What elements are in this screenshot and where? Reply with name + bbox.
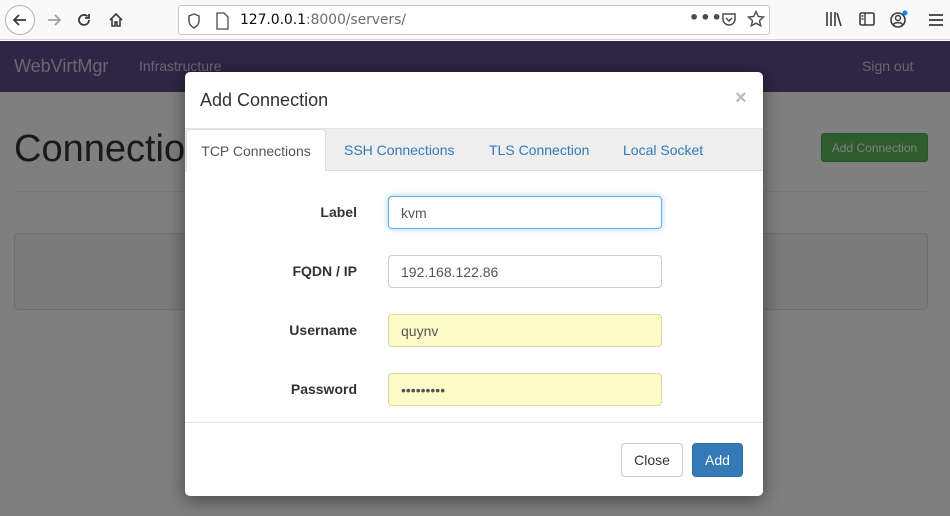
modal-title: Add Connection: [200, 90, 329, 110]
modal-footer: Close Add: [185, 422, 763, 496]
password-input-value: •••••••••: [401, 381, 446, 398]
forward-button[interactable]: [40, 6, 68, 34]
reload-icon: [78, 14, 90, 26]
menu-icon[interactable]: [928, 12, 944, 31]
account-icon[interactable]: [889, 10, 909, 34]
bookmark-star-icon[interactable]: [746, 9, 766, 32]
close-icon[interactable]: ×: [735, 87, 747, 110]
url-text[interactable]: 127.0.0.1:8000/servers/: [240, 12, 406, 28]
reload-button[interactable]: [70, 6, 98, 34]
fqdn-field-label: FQDN / IP: [292, 263, 357, 279]
back-button[interactable]: [5, 5, 35, 35]
fqdn-input[interactable]: 192.168.122.86: [388, 255, 662, 288]
arrow-left-icon: [12, 14, 26, 26]
tab-tls-connection[interactable]: TLS Connection: [489, 129, 589, 171]
url-host: 127.0.0.1: [240, 12, 306, 28]
close-button[interactable]: Close: [621, 443, 683, 477]
shield-icon[interactable]: [187, 13, 201, 33]
modal-header: Add Connection ×: [185, 72, 763, 129]
fqdn-input-value: 192.168.122.86: [401, 263, 499, 280]
library-icon[interactable]: [825, 10, 843, 32]
connection-tabs: TCP Connections SSH Connections TLS Conn…: [185, 129, 763, 172]
tab-tcp-connections[interactable]: TCP Connections: [186, 129, 326, 172]
page-info-icon[interactable]: [215, 12, 229, 34]
browser-toolbar: 127.0.0.1:8000/servers/ •••: [0, 0, 950, 40]
home-button[interactable]: [102, 6, 130, 34]
url-bar[interactable]: 127.0.0.1:8000/servers/ •••: [178, 5, 770, 35]
label-input-value: kvm: [401, 204, 427, 221]
page-actions-icon[interactable]: •••: [689, 8, 723, 27]
label-input[interactable]: kvm: [388, 196, 662, 229]
username-input-value: quynv: [401, 322, 439, 339]
add-connection-modal: Add Connection × TCP Connections SSH Con…: [185, 72, 763, 496]
tab-local-socket[interactable]: Local Socket: [623, 129, 703, 171]
password-input[interactable]: •••••••••: [388, 373, 662, 406]
username-field-label: Username: [289, 322, 357, 338]
label-field-label: Label: [320, 204, 357, 220]
home-icon: [109, 12, 123, 27]
tab-ssh-connections[interactable]: SSH Connections: [344, 129, 455, 171]
password-field-label: Password: [290, 381, 357, 397]
sidebar-icon[interactable]: [858, 10, 876, 32]
arrow-right-icon: [48, 14, 62, 26]
add-button[interactable]: Add: [692, 443, 743, 477]
url-path: :8000/servers/: [305, 12, 406, 28]
username-input[interactable]: quynv: [388, 314, 662, 347]
pocket-icon[interactable]: [721, 12, 737, 32]
